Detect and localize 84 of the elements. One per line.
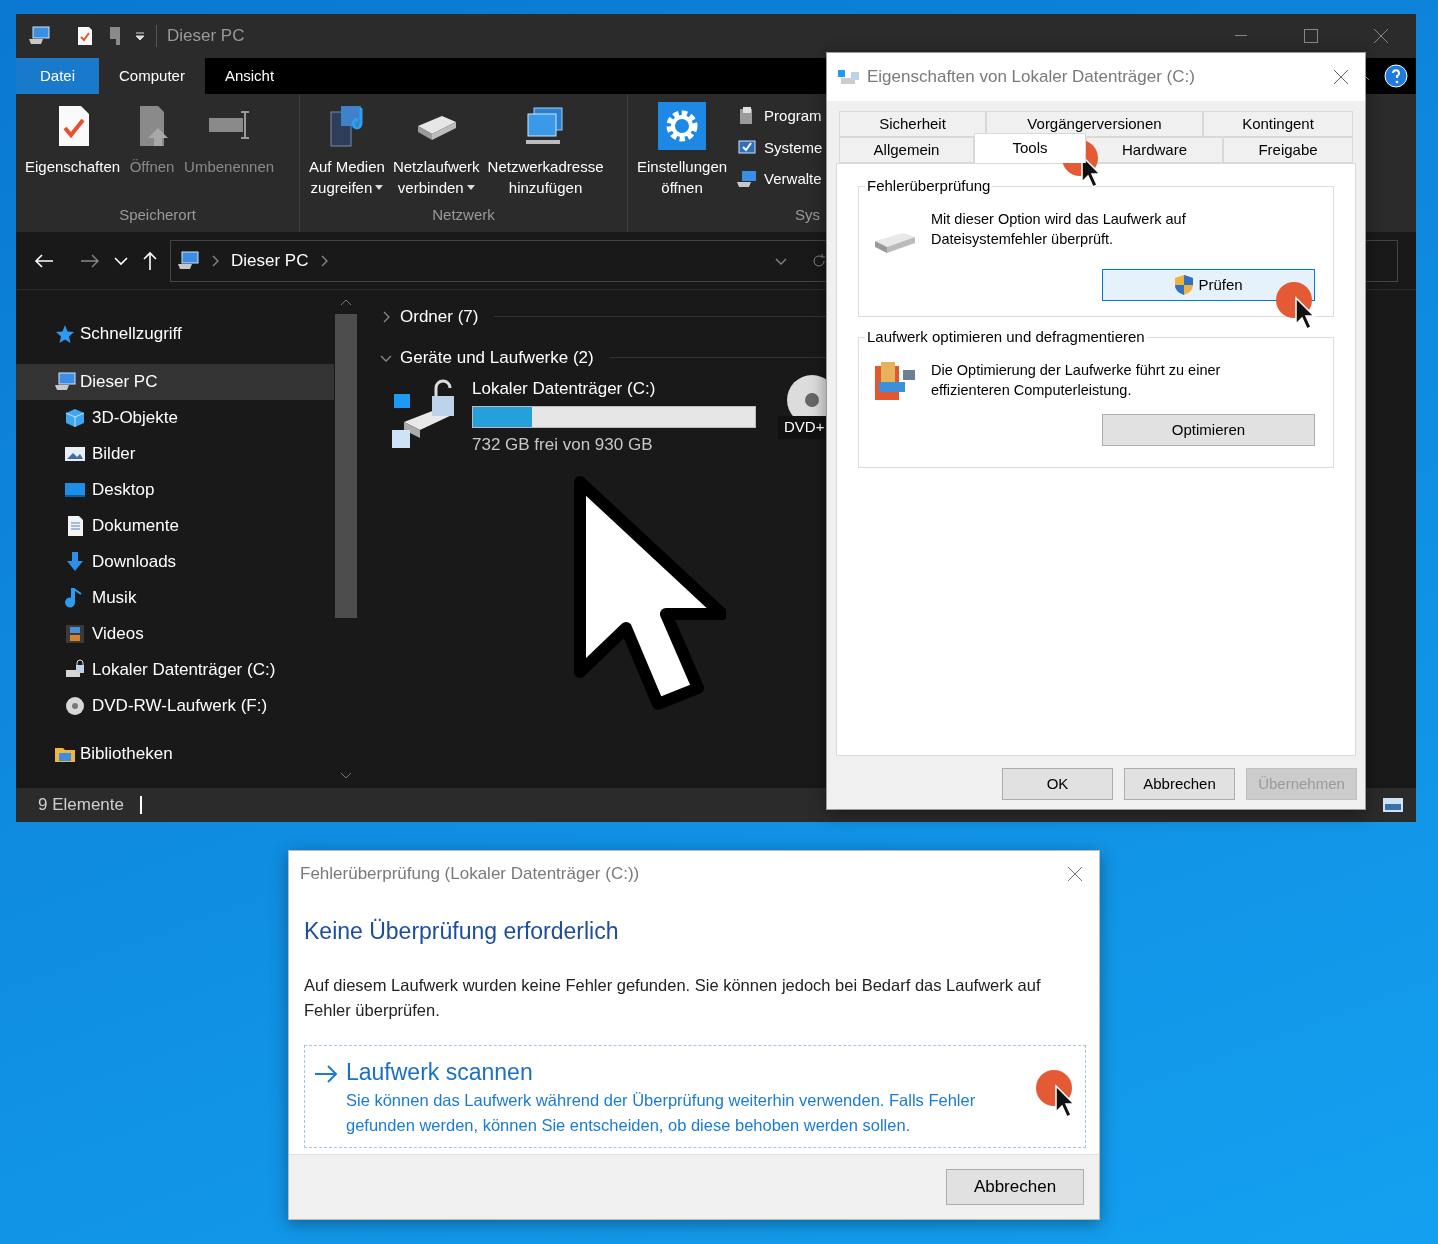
- status-text: 9 Elemente: [38, 794, 124, 817]
- ribbon-command[interactable]: Program: [736, 105, 823, 128]
- ribbon-tab[interactable]: Computer: [99, 58, 205, 94]
- nav-item[interactable]: Desktop: [16, 472, 334, 508]
- group-title: Laufwerk optimieren und defragmentieren: [865, 328, 1147, 346]
- ribbon-command[interactable]: Netzlaufwerk verbinden: [389, 102, 483, 198]
- download-arrow-icon: [64, 551, 86, 573]
- close-icon[interactable]: [1067, 865, 1083, 882]
- dropdown-caret-icon: [466, 185, 475, 190]
- dialog-title: Fehlerüberprüfung (Lokaler Datenträger (C:)): [300, 862, 640, 885]
- cursor-icon: [574, 476, 726, 712]
- up-arrow-icon[interactable]: [142, 250, 158, 271]
- group-label: Speicherort: [119, 205, 196, 225]
- dropdown-caret-icon[interactable]: [134, 30, 146, 42]
- nav-item[interactable]: Bibliotheken: [16, 736, 334, 772]
- ribbon-command[interactable]: Verwalte: [736, 168, 823, 191]
- scroll-up-icon[interactable]: [340, 298, 352, 306]
- dialog-button[interactable]: Abbrechen: [1124, 768, 1235, 800]
- free-space-text: 732 GB frei von 930 GB: [472, 433, 654, 456]
- ribbon-command[interactable]: Einstellungen öffnen: [634, 102, 731, 198]
- computer-icon: [177, 250, 199, 271]
- back-arrow-icon[interactable]: [34, 252, 54, 269]
- nav-item[interactable]: Lokaler Datenträger (C:): [16, 652, 334, 688]
- dialog-heading: Keine Überprüfung erforderlich: [304, 917, 620, 946]
- dialog-button[interactable]: OK: [1002, 768, 1113, 800]
- nav-item[interactable]: 3D-Objekte: [16, 400, 334, 436]
- computer-icon: [736, 169, 759, 190]
- address-path[interactable]: Dieser PC: [231, 247, 309, 274]
- gear-icon: [658, 102, 707, 150]
- dialog-tab[interactable]: Allgemein: [839, 137, 974, 163]
- ribbon-command[interactable]: Auf Medien zugreifen: [306, 102, 388, 198]
- window-title: Dieser PC: [167, 25, 245, 48]
- cancel-button[interactable]: Abbrechen: [946, 1169, 1084, 1205]
- minimize-icon: [1235, 35, 1247, 37]
- dropdown-caret-icon: [375, 185, 384, 190]
- nav-item[interactable]: Videos: [16, 616, 334, 652]
- nav-item[interactable]: Musik: [16, 580, 334, 616]
- dialog-tab[interactable]: Tools: [974, 133, 1086, 163]
- option-title: Laufwerk scannen: [346, 1057, 534, 1086]
- dialog-tab[interactable]: Freigabe: [1223, 137, 1353, 163]
- forward-arrow-icon[interactable]: [80, 252, 100, 269]
- section-header[interactable]: Ordner (7): [400, 303, 479, 330]
- nav-item[interactable]: Dokumente: [16, 508, 334, 544]
- star-icon: [54, 323, 76, 345]
- close-icon: [1374, 29, 1388, 43]
- maximize-icon: [1304, 29, 1318, 43]
- ribbon-tab[interactable]: Datei: [16, 58, 100, 94]
- group-title: Fehlerüberprüfung: [865, 177, 993, 195]
- nav-item[interactable]: Schnellzugriff: [16, 316, 334, 352]
- close-icon[interactable]: [1333, 69, 1349, 85]
- large-icons-view-icon[interactable]: [1382, 797, 1404, 813]
- ribbon-command[interactable]: Systeme: [736, 136, 823, 159]
- dialog-title: Eigenschaften von Lokaler Datenträger (C:): [867, 66, 1195, 89]
- group-description: Mit dieser Option wird das Laufwerk auf Dateisystemfehler überprüft.: [931, 210, 1187, 249]
- computer-icon: [28, 26, 50, 46]
- option-description: Sie können das Laufwerk während der Überprüfung weiterhin verwenden. Falls Fehler gefunden werden, können Sie entscheiden, ob diese behoben werden sollen.: [346, 1089, 977, 1136]
- disc-icon: [64, 695, 86, 717]
- nav-item[interactable]: Dieser PC: [16, 364, 334, 400]
- group-label: Sys: [795, 205, 820, 225]
- nav-item[interactable]: DVD-RW-Laufwerk (F:): [16, 688, 334, 724]
- dialog-tab[interactable]: Vorgängerversionen: [986, 111, 1203, 137]
- action-button[interactable]: Prüfen: [1102, 269, 1315, 301]
- cube-icon: [64, 407, 86, 429]
- computer-icon: [54, 372, 76, 392]
- scrollbar-thumb[interactable]: [335, 314, 357, 618]
- dialog-tab[interactable]: Sicherheit: [839, 111, 986, 137]
- history-caret-icon[interactable]: [114, 255, 128, 266]
- scroll-down-icon[interactable]: [340, 772, 352, 780]
- ribbon-command[interactable]: Eigenschaften: [22, 102, 124, 177]
- film-icon: [64, 623, 86, 645]
- group-description: Die Optimierung der Laufwerke führt zu einer effizienteren Computerleistung.: [931, 361, 1222, 400]
- drive-tile[interactable]: Lokaler Datenträger (C:) 732 GB frei von 930 GB: [390, 374, 756, 457]
- group-label: Netzwerk: [432, 205, 495, 225]
- refresh-icon[interactable]: [811, 252, 827, 269]
- help-icon[interactable]: [1384, 64, 1408, 88]
- dialog-tab[interactable]: Kontingent: [1203, 111, 1353, 137]
- nav-item[interactable]: Downloads: [16, 544, 334, 580]
- section-header[interactable]: Geräte und Laufwerke (2): [400, 344, 594, 371]
- action-button[interactable]: Optimieren: [1102, 414, 1315, 446]
- nav-item[interactable]: Bilder: [16, 436, 334, 472]
- arrow-right-icon: [314, 1064, 338, 1083]
- drive-name: Lokaler Datenträger (C:): [472, 378, 657, 400]
- dialog-message: Auf diesem Laufwerk wurden keine Fehler gefunden. Sie können jedoch bei Bedarf das Laufwerk auf Fehler überprüfen.: [304, 974, 1042, 1021]
- ribbon-command[interactable]: Netzwerkadresse hinzufügen: [484, 102, 607, 198]
